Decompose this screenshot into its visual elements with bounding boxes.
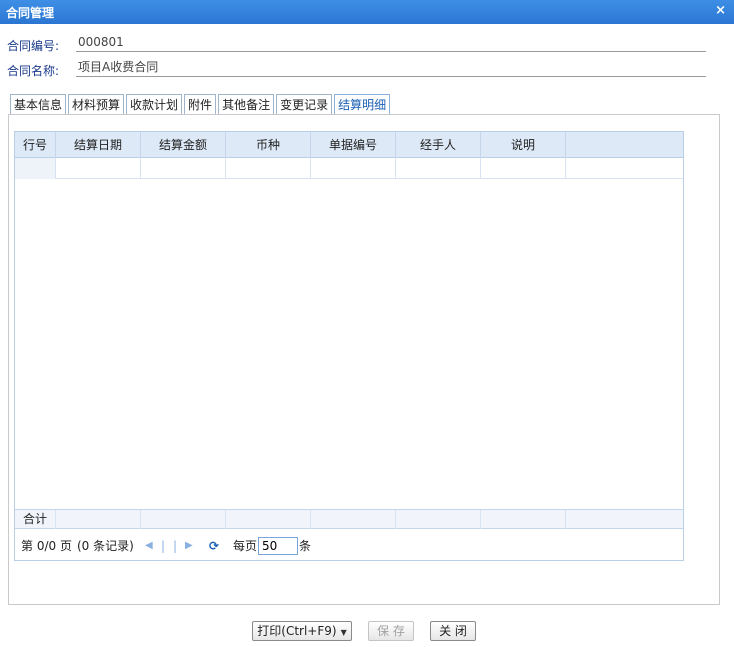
save-button[interactable]: 保 存 <box>368 621 414 641</box>
currency-cell[interactable] <box>226 158 311 179</box>
chevron-down-icon[interactable]: ▼ <box>341 628 347 637</box>
refresh-icon[interactable]: ⟳ <box>209 535 219 557</box>
settlement-grid: 行号 结算日期 结算金额 币种 单据编号 经手人 说明 合计 第 0/0 页 (… <box>14 131 684 561</box>
tab-material-budget[interactable]: 材料预算 <box>68 94 125 115</box>
column-header-currency[interactable]: 币种 <box>226 132 311 158</box>
total-cell <box>481 510 566 529</box>
total-cell <box>141 510 226 529</box>
per-page-label: 每页 <box>233 539 258 553</box>
column-header-doc-no[interactable]: 单据编号 <box>311 132 396 158</box>
page-info: 第 0/0 页 <box>21 539 72 553</box>
row-number-cell <box>15 158 56 179</box>
tab-strip: 基本信息 材料预算 收款计划 附件 其他备注 变更记录 结算明细 <box>10 94 392 116</box>
per-page-input[interactable] <box>258 537 298 555</box>
pager-separator: | <box>161 539 166 553</box>
print-button-label: 打印(Ctrl+F9) <box>257 624 337 638</box>
prev-page-icon[interactable]: ◀ <box>145 535 153 557</box>
close-icon[interactable]: × <box>715 4 726 18</box>
tab-basic-info[interactable]: 基本信息 <box>10 94 67 115</box>
total-label: 合计 <box>15 510 56 529</box>
total-cell <box>56 510 141 529</box>
column-header-row-no[interactable]: 行号 <box>15 132 56 158</box>
tab-attachments[interactable]: 附件 <box>184 94 217 115</box>
settle-amount-cell[interactable] <box>141 158 226 179</box>
remark-cell[interactable] <box>481 158 566 179</box>
contract-name-field[interactable]: 项目A收费合同 <box>76 59 706 77</box>
doc-no-cell[interactable] <box>311 158 396 179</box>
tab-payment-plan[interactable]: 收款计划 <box>126 94 183 115</box>
tab-settlement-details[interactable]: 结算明细 <box>334 94 391 116</box>
contract-no-label: 合同编号: <box>7 39 60 53</box>
pager-separator: | <box>173 539 178 553</box>
column-header-settle-date[interactable]: 结算日期 <box>56 132 141 158</box>
contract-no-field[interactable]: 000801 <box>76 34 706 52</box>
total-row: 合计 <box>15 509 683 529</box>
close-button[interactable]: 关 闭 <box>430 621 476 641</box>
total-cell <box>226 510 311 529</box>
pagination-bar: 第 0/0 页 (0 条记录) ◀ | | ▶ ⟳ 每页 条 <box>15 535 683 557</box>
handler-cell[interactable] <box>396 158 481 179</box>
title-bar: 合同管理 × <box>0 0 734 24</box>
print-button[interactable]: 打印(Ctrl+F9) ▼ <box>252 621 352 641</box>
tab-other-notes[interactable]: 其他备注 <box>218 94 275 115</box>
total-cell <box>311 510 396 529</box>
column-header-settle-amount[interactable]: 结算金额 <box>141 132 226 158</box>
total-cell <box>396 510 481 529</box>
column-header-handler[interactable]: 经手人 <box>396 132 481 158</box>
next-page-icon[interactable]: ▶ <box>185 535 193 557</box>
table-row[interactable] <box>15 158 683 179</box>
settle-date-cell[interactable] <box>56 158 141 179</box>
tab-change-log[interactable]: 变更记录 <box>276 94 333 115</box>
column-header-remark[interactable]: 说明 <box>481 132 566 158</box>
record-info: (0 条记录) <box>77 539 134 553</box>
grid-header: 行号 结算日期 结算金额 币种 单据编号 经手人 说明 <box>15 132 683 158</box>
window-title: 合同管理 <box>6 6 55 20</box>
per-page-unit: 条 <box>299 539 312 553</box>
contract-name-label: 合同名称: <box>7 64 60 78</box>
